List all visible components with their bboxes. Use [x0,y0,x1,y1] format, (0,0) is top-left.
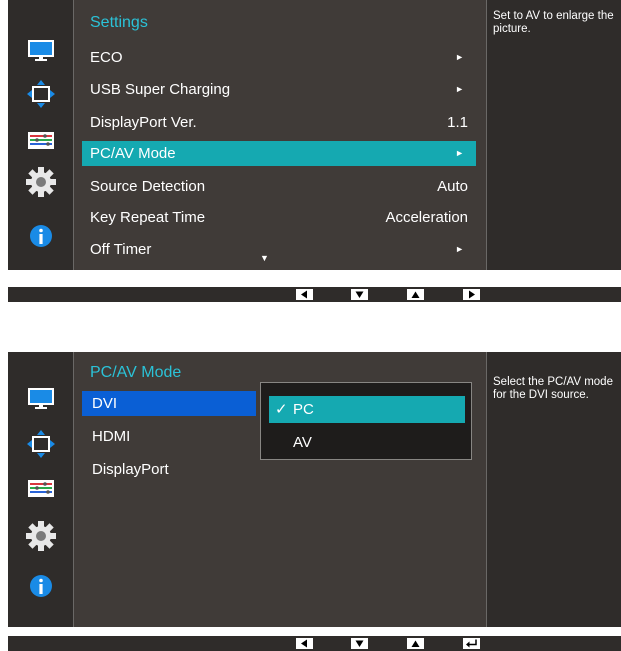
option-av[interactable]: AV [269,429,465,456]
submenu-arrow-icon: ► [455,244,464,254]
menu-item-displayport-ver[interactable]: DisplayPort Ver. 1.1 [82,110,476,135]
up-arrow-key-icon [407,638,424,649]
option-pc[interactable]: ✓ PC [269,396,465,423]
down-arrow-key-icon [351,289,368,300]
osd-pc-av-mode-menu: PC/AV Mode DVI HDMI DisplayPort ✓ PC AV … [8,352,621,627]
menu-item-key-repeat-time[interactable]: Key Repeat Time Acceleration [82,205,476,230]
menu-item-source-detection[interactable]: Source Detection Auto [82,174,476,199]
osd-sidebar [8,0,74,270]
menu-item-dvi[interactable]: DVI [82,391,256,416]
menu-item-value: 1.1 [447,114,468,131]
left-arrow-key-icon [296,289,313,300]
menu-item-off-timer[interactable]: Off Timer ► [82,237,476,262]
osd-settings-menu: Settings ECO ► USB Super Charging ► Disp… [8,0,621,270]
enter-key-icon [463,638,480,649]
menu-item-label: Source Detection [90,178,206,195]
osd-menu-panel: PC/AV Mode DVI HDMI DisplayPort ✓ PC AV [74,352,486,627]
position-icon[interactable] [25,428,57,460]
help-text: Set to AV to enlarge the picture. [486,0,621,270]
up-arrow-key-icon [407,289,424,300]
settings-gear-icon[interactable] [25,166,57,198]
left-arrow-key-icon [296,638,313,649]
osd-menu-panel: Settings ECO ► USB Super Charging ► Disp… [74,0,486,270]
menu-item-eco[interactable]: ECO ► [82,45,476,70]
menu-item-label: DisplayPort Ver. [90,114,197,131]
menu-item-displayport[interactable]: DisplayPort [82,457,256,482]
help-text: Select the PC/AV mode for the DVI source… [486,352,621,627]
scroll-down-indicator-icon[interactable]: ▼ [260,253,269,263]
option-label: AV [293,434,312,451]
menu-item-label: ECO [90,49,123,66]
menu-title: PC/AV Mode [90,364,182,381]
submenu-arrow-icon: ► [455,148,464,158]
option-popup: ✓ PC AV [260,382,472,460]
menu-item-value: Acceleration [385,209,468,226]
menu-item-label: PC/AV Mode [90,145,176,162]
down-arrow-key-icon [351,638,368,649]
right-arrow-key-icon [463,289,480,300]
osd-button-guide-bar [8,636,621,651]
option-label: PC [293,401,314,418]
information-icon[interactable] [25,570,57,602]
menu-title: Settings [90,14,148,31]
menu-item-pc-av-mode[interactable]: PC/AV Mode ► [82,141,476,166]
menu-item-label: Key Repeat Time [90,209,206,226]
picture-icon[interactable] [25,34,57,66]
picture-icon[interactable] [25,382,57,414]
menu-item-label: USB Super Charging [90,81,231,98]
osd-sidebar [8,352,74,627]
menu-item-value: Auto [437,178,468,195]
color-icon[interactable] [25,472,57,504]
settings-gear-icon[interactable] [25,520,57,552]
menu-item-label: Off Timer [90,241,152,258]
checkmark-icon: ✓ [275,401,288,418]
position-icon[interactable] [25,78,57,110]
menu-item-hdmi[interactable]: HDMI [82,424,256,449]
submenu-arrow-icon: ► [455,84,464,94]
color-icon[interactable] [25,124,57,156]
information-icon[interactable] [25,220,57,252]
submenu-arrow-icon: ► [455,52,464,62]
osd-button-guide-bar [8,287,621,302]
menu-item-usb-super-charging[interactable]: USB Super Charging ► [82,77,476,102]
